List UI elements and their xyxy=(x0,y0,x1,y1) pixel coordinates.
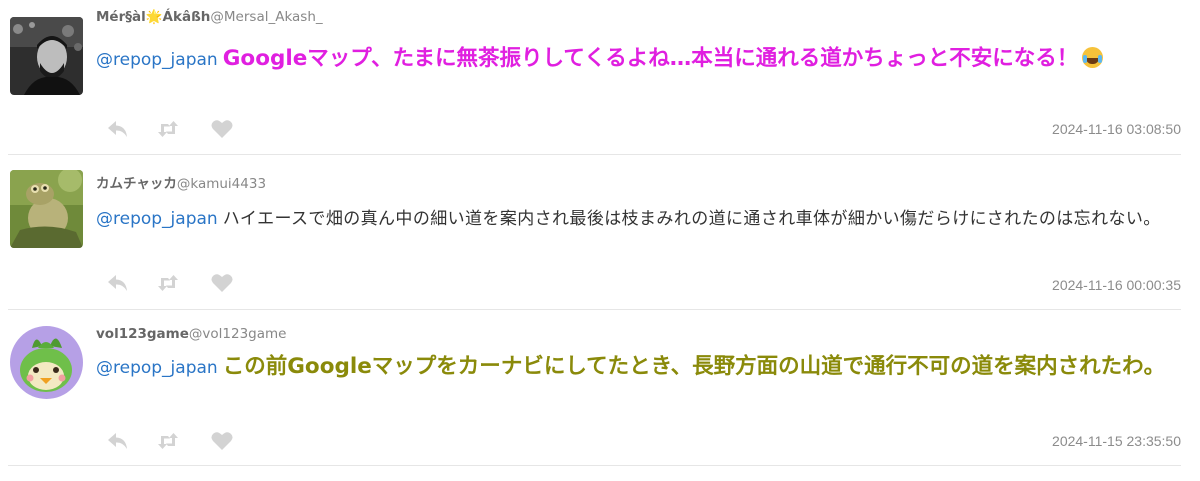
face-with-tears-of-joy-icon xyxy=(1082,47,1104,68)
timestamp[interactable]: 2024-11-15 23:35:50 xyxy=(1052,433,1181,449)
divider xyxy=(8,465,1181,466)
tweet-text: @repop_japan ハイエースで畑の真ん中の細い道を案内され最後は枝まみれ… xyxy=(96,203,1176,235)
mention-link[interactable]: @repop_japan xyxy=(96,358,218,378)
retweet-icon[interactable] xyxy=(156,430,180,452)
user-handle[interactable]: @Mersal_Akash_ xyxy=(210,9,322,25)
tweet-header: vol123game@vol123game xyxy=(96,326,286,342)
retweet-icon[interactable] xyxy=(156,272,180,294)
tweet-header: Mér§àl🌟Ákâßh@Mersal_Akash_ xyxy=(96,9,323,25)
heart-icon[interactable] xyxy=(210,272,234,294)
tweet-header: カムチャッカ@kamui4433 xyxy=(96,172,266,192)
tweet-text-content: この前Googleマップをカーナビにしてたとき、長野方面の山道で通行不可の道を案… xyxy=(222,354,1166,379)
avatar[interactable] xyxy=(10,17,83,95)
reply-icon[interactable] xyxy=(106,118,130,140)
display-name[interactable]: カムチャッカ xyxy=(96,176,177,192)
tweet-text: @repop_japan この前Googleマップをカーナビにしてたとき、長野方… xyxy=(96,350,1176,385)
timestamp[interactable]: 2024-11-16 03:08:50 xyxy=(1052,121,1181,137)
display-name[interactable]: Mér§àl🌟Ákâßh xyxy=(96,9,210,25)
display-name[interactable]: vol123game xyxy=(96,326,189,342)
tweet-feed: Mér§àl🌟Ákâßh@Mersal_Akash_ @repop_japan … xyxy=(0,0,1200,481)
heart-icon[interactable] xyxy=(210,430,234,452)
reply-icon[interactable] xyxy=(106,272,130,294)
tweet-item: vol123game@vol123game @repop_japan この前Go… xyxy=(0,310,1200,470)
mention-link[interactable]: @repop_japan xyxy=(96,50,218,70)
avatar[interactable] xyxy=(10,170,83,248)
tweet-item: Mér§àl🌟Ákâßh@Mersal_Akash_ @repop_japan … xyxy=(0,0,1200,155)
user-handle[interactable]: @vol123game xyxy=(189,326,287,342)
tweet-text-content: Googleマップ、たまに無茶振りしてくるよね…本当に通れる道かちょっと不安にな… xyxy=(222,46,1079,71)
user-handle[interactable]: @kamui4433 xyxy=(177,176,266,192)
tweet-item: カムチャッカ@kamui4433 @repop_japan ハイエースで畑の真ん… xyxy=(0,155,1200,310)
timestamp[interactable]: 2024-11-16 00:00:35 xyxy=(1052,277,1181,293)
tweet-text: @repop_japan Googleマップ、たまに無茶振りしてくるよね…本当に… xyxy=(96,42,1176,77)
mention-link[interactable]: @repop_japan xyxy=(96,209,218,229)
reply-icon[interactable] xyxy=(106,430,130,452)
heart-icon[interactable] xyxy=(210,118,234,140)
tweet-text-content: ハイエースで畑の真ん中の細い道を案内され最後は枝まみれの道に通され車体が細かい傷… xyxy=(222,209,1161,229)
retweet-icon[interactable] xyxy=(156,118,180,140)
avatar[interactable] xyxy=(10,326,83,399)
